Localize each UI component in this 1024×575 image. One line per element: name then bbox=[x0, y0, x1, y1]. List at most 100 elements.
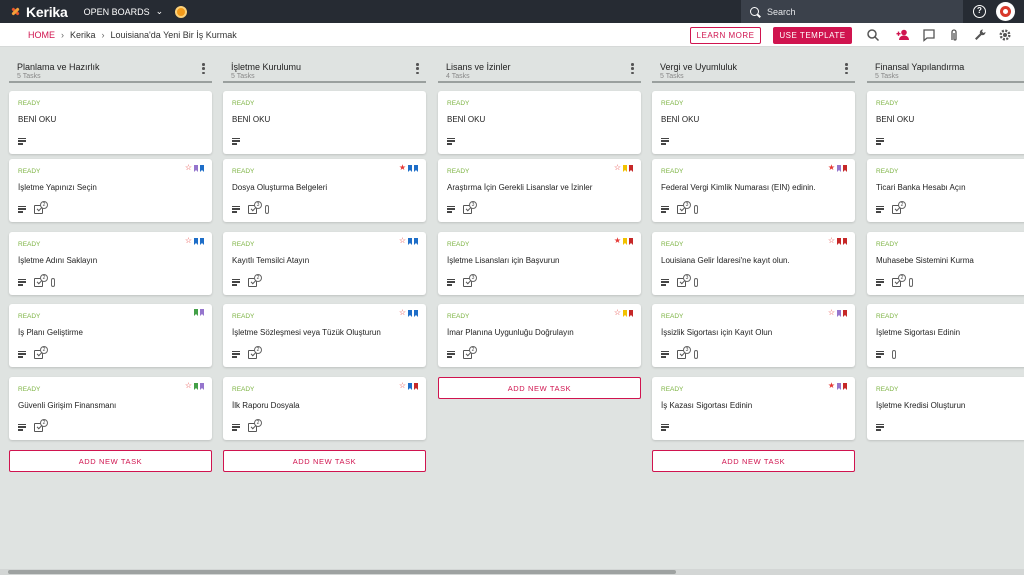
task-status: READY bbox=[876, 241, 899, 248]
board-column: Vergi ve Uyumluluk 5 Tasks READY BENİ OKU RE… bbox=[652, 47, 855, 472]
task-card[interactable]: READY BENİ OKU bbox=[867, 91, 1024, 154]
task-card[interactable]: READY İşletme Adını Saklayın ☆ 2 bbox=[9, 232, 212, 295]
task-card[interactable]: READY İşletme Lisansları için Başvurun ★ 3 bbox=[438, 232, 641, 295]
star-outline-icon[interactable]: ☆ bbox=[828, 237, 835, 245]
star-outline-icon[interactable]: ☆ bbox=[614, 309, 621, 317]
chat-icon[interactable] bbox=[922, 28, 936, 42]
help-icon[interactable]: ? bbox=[973, 5, 986, 18]
task-status: READY bbox=[447, 168, 470, 175]
task-card[interactable]: READY BENİ OKU bbox=[9, 91, 212, 154]
star-filled-icon[interactable]: ★ bbox=[828, 382, 835, 390]
task-card[interactable]: READY Louisiana Gelir İdaresi'ne kayıt ol… bbox=[652, 232, 855, 295]
learn-more-button[interactable]: LEARN MORE bbox=[690, 27, 761, 44]
add-new-task-button[interactable]: ADD NEW TASK bbox=[652, 450, 855, 472]
sun-icon[interactable] bbox=[175, 5, 188, 18]
star-outline-icon[interactable]: ☆ bbox=[399, 237, 406, 245]
task-card[interactable]: READY İşletme Kredisi Oluşturun bbox=[867, 377, 1024, 440]
description-icon bbox=[18, 350, 26, 358]
task-card[interactable]: READY Federal Vergi Kimlik Numarası (EIN)… bbox=[652, 159, 855, 222]
task-card[interactable]: READY Kayıtlı Temsilci Atayın ☆ 2 bbox=[223, 232, 426, 295]
star-outline-icon[interactable]: ☆ bbox=[185, 382, 192, 390]
description-icon bbox=[876, 278, 884, 286]
column-task-count: 4 Tasks bbox=[446, 73, 470, 80]
column-header: Vergi ve Uyumluluk 5 Tasks bbox=[652, 47, 855, 83]
column-menu-icon[interactable] bbox=[416, 63, 419, 74]
task-status: READY bbox=[876, 313, 899, 320]
breadcrumb-home[interactable]: HOME bbox=[28, 30, 55, 40]
description-icon bbox=[18, 137, 26, 145]
star-outline-icon[interactable]: ☆ bbox=[399, 309, 406, 317]
task-card[interactable]: READY BENİ OKU bbox=[652, 91, 855, 154]
task-flags: ☆ bbox=[185, 237, 204, 245]
tag-flag-icon bbox=[623, 164, 627, 172]
star-outline-icon[interactable]: ☆ bbox=[614, 164, 621, 172]
open-boards-menu[interactable]: OPEN BOARDS ⌄ bbox=[84, 6, 164, 17]
description-icon bbox=[447, 205, 455, 213]
breadcrumb-org[interactable]: Kerika bbox=[70, 30, 96, 40]
horizontal-scrollbar[interactable] bbox=[0, 569, 1024, 575]
task-card[interactable]: READY İmar Planına Uygunluğu Doğrulayın ☆ 2 bbox=[438, 304, 641, 367]
star-outline-icon[interactable]: ☆ bbox=[399, 382, 406, 390]
tag-flag-icon bbox=[414, 382, 418, 390]
star-outline-icon[interactable]: ☆ bbox=[828, 309, 835, 317]
task-card[interactable]: READY İşsizlik Sigortası için Kayıt Olun ☆… bbox=[652, 304, 855, 367]
search-board-icon[interactable] bbox=[866, 28, 880, 42]
column-menu-icon[interactable] bbox=[845, 63, 848, 74]
task-status: READY bbox=[232, 100, 255, 107]
task-card[interactable]: READY İş Kazası Sigortası Edinin ★ bbox=[652, 377, 855, 440]
task-title: İşletme Yapınızı Seçin bbox=[18, 183, 97, 192]
search-icon bbox=[750, 7, 759, 16]
column-menu-icon[interactable] bbox=[202, 63, 205, 74]
star-outline-icon[interactable]: ☆ bbox=[185, 237, 192, 245]
star-outline-icon[interactable]: ☆ bbox=[185, 164, 192, 172]
add-new-task-button[interactable]: ADD NEW TASK bbox=[9, 450, 212, 472]
column-header: İşletme Kurulumu 5 Tasks bbox=[223, 47, 426, 83]
board-column: Lisans ve İzinler 4 Tasks READY BENİ OKU REA… bbox=[438, 47, 641, 399]
chevron-down-icon: ⌄ bbox=[155, 6, 164, 16]
task-card[interactable]: READY Araştırma İçin Gerekli Lisanslar ve… bbox=[438, 159, 641, 222]
task-card[interactable]: READY BENİ OKU bbox=[438, 91, 641, 154]
task-title: İşletme Adını Saklayın bbox=[18, 256, 98, 265]
task-card[interactable]: READY İşletme Yapınızı Seçin ☆ 2 bbox=[9, 159, 212, 222]
task-title: İşsizlik Sigortası için Kayıt Olun bbox=[661, 328, 773, 337]
task-status: READY bbox=[447, 100, 470, 107]
task-card[interactable]: READY İşletme Sigortası Edinin bbox=[867, 304, 1024, 367]
add-new-task-button[interactable]: ADD NEW TASK bbox=[223, 450, 426, 472]
task-card[interactable]: READY Muhasebe Sistemini Kurma 2 bbox=[867, 232, 1024, 295]
task-card[interactable]: READY İşletme Sözleşmesi veya Tüzük Oluşt… bbox=[223, 304, 426, 367]
description-icon bbox=[232, 137, 240, 145]
task-card[interactable]: READY Ticari Banka Hesabı Açın 2 bbox=[867, 159, 1024, 222]
scrollbar-thumb[interactable] bbox=[8, 570, 676, 574]
task-title: BENİ OKU bbox=[18, 115, 57, 124]
search-placeholder: Search bbox=[767, 6, 796, 17]
add-person-icon[interactable] bbox=[896, 28, 910, 42]
kerika-logo[interactable]: Kerika bbox=[9, 4, 68, 20]
task-card[interactable]: READY Güvenli Girişim Finansmanı ☆ 2 bbox=[9, 377, 212, 440]
task-card[interactable]: READY BENİ OKU bbox=[223, 91, 426, 154]
task-card[interactable]: READY İlk Raporu Dosyala ☆ 2 bbox=[223, 377, 426, 440]
tag-flag-icon bbox=[194, 382, 198, 390]
column-menu-icon[interactable] bbox=[631, 63, 634, 74]
breadcrumb: HOME › Kerika › Louisiana'da Yeni Bir İş… bbox=[28, 30, 237, 40]
settings-gear-icon[interactable] bbox=[998, 28, 1012, 42]
task-status: READY bbox=[232, 313, 255, 320]
star-filled-icon[interactable]: ★ bbox=[614, 237, 621, 245]
avatar[interactable] bbox=[996, 2, 1015, 21]
search-input[interactable]: Search bbox=[741, 0, 963, 23]
star-filled-icon[interactable]: ★ bbox=[399, 164, 406, 172]
column-title: Vergi ve Uyumluluk bbox=[660, 62, 738, 72]
checklist-count: 3 bbox=[469, 200, 477, 209]
task-card[interactable]: READY İş Planı Geliştirme 2 bbox=[9, 304, 212, 367]
star-filled-icon[interactable]: ★ bbox=[828, 164, 835, 172]
wrench-icon[interactable] bbox=[973, 28, 987, 42]
task-icons: 2 bbox=[18, 200, 48, 214]
task-status: READY bbox=[18, 386, 41, 393]
use-template-button[interactable]: USE TEMPLATE bbox=[773, 27, 852, 44]
attachment-icon[interactable] bbox=[947, 28, 961, 42]
add-new-task-button[interactable]: ADD NEW TASK bbox=[438, 377, 641, 399]
tag-flag-icon bbox=[843, 309, 847, 317]
column-header: Planlama ve Hazırlık 5 Tasks bbox=[9, 47, 212, 83]
checklist-icon: 2 bbox=[892, 200, 906, 214]
task-card[interactable]: READY Dosya Oluşturma Belgeleri ★ 3 bbox=[223, 159, 426, 222]
task-icons bbox=[661, 136, 669, 146]
